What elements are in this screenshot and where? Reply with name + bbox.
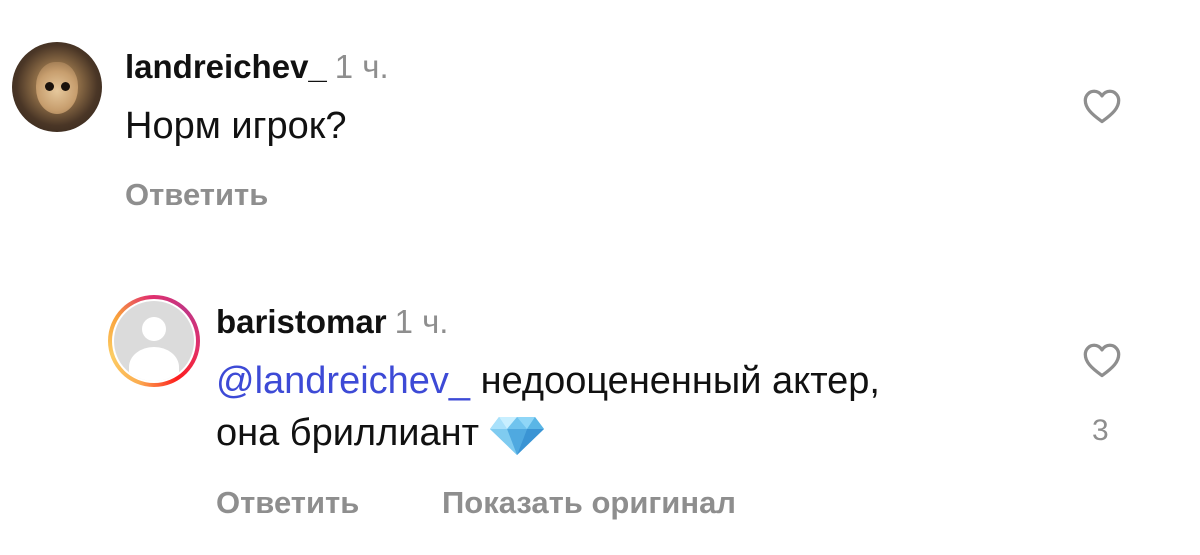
default-avatar-icon xyxy=(142,317,166,341)
heart-outline-icon[interactable] xyxy=(1082,342,1122,378)
like-count: 3 xyxy=(1092,414,1109,447)
mention-link[interactable]: @landreichev_ xyxy=(216,360,470,402)
comment-text: она бриллиант xyxy=(216,412,480,454)
show-original-button[interactable]: Показать оригинал xyxy=(442,485,736,521)
reply-comment-item: baristomar 1 ч. @landreichev_ недооцененн… xyxy=(0,0,1200,555)
story-ring[interactable] xyxy=(108,295,200,387)
avatar xyxy=(114,301,194,381)
gem-stone-icon xyxy=(490,416,545,455)
default-avatar-body xyxy=(129,347,179,381)
timestamp: 1 ч. xyxy=(394,303,449,340)
comment-text-line: @landreichev_ недооцененный актер, xyxy=(216,353,880,409)
reply-button[interactable]: Ответить xyxy=(216,485,359,521)
comment-header: baristomar 1 ч. xyxy=(216,303,448,341)
comment-text: недооцененный актер, xyxy=(470,360,880,402)
comment-text-line: она бриллиант xyxy=(216,405,545,461)
username-link[interactable]: baristomar xyxy=(216,303,387,340)
